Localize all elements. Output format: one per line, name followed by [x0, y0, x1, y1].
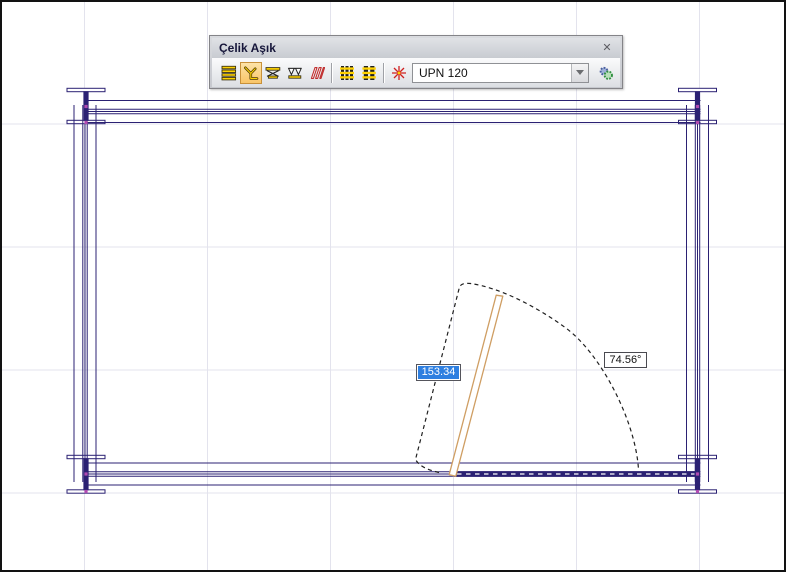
sparse-grid-icon	[361, 65, 377, 81]
length-input-value: 153.34	[418, 366, 459, 379]
stacked-bars-icon	[221, 65, 237, 81]
toolbar-separator	[383, 63, 385, 83]
steel-frame[interactable]	[67, 88, 717, 493]
close-icon[interactable]: ✕	[599, 40, 615, 56]
w-truss-icon	[287, 65, 303, 81]
snap-nodes	[84, 105, 699, 493]
hatch-purlin-button[interactable]	[306, 62, 328, 84]
app-window: 153.34 74.56° Çelik Aşık ✕	[0, 0, 786, 572]
steel-purlin-palette: Çelik Aşık ✕	[209, 35, 623, 89]
truss-icon	[265, 65, 281, 81]
gears-icon	[598, 65, 614, 81]
palette-toolbar: UPN 120	[212, 58, 620, 87]
combobox-drop-button[interactable]	[571, 64, 588, 82]
column-flange	[67, 455, 105, 458]
angle-readout: 74.56°	[604, 352, 647, 368]
column-flange	[679, 88, 717, 91]
red-hatch-icon	[309, 65, 325, 81]
single-purlin-button[interactable]	[240, 62, 262, 84]
chevron-down-icon	[576, 70, 584, 75]
purlin-preview[interactable]	[449, 295, 503, 476]
delete-purlin-button[interactable]	[388, 62, 410, 84]
purlin-array-button[interactable]	[218, 62, 240, 84]
settings-button[interactable]	[595, 62, 617, 84]
dense-grid-icon	[339, 65, 355, 81]
length-input[interactable]: 153.34	[416, 364, 461, 381]
truss-purlin-button[interactable]	[262, 62, 284, 84]
palette-title: Çelik Aşık	[212, 41, 276, 55]
grid-layout-b-button[interactable]	[358, 62, 380, 84]
red-asterisk-icon	[391, 65, 407, 81]
section-combobox[interactable]: UPN 120	[412, 63, 589, 83]
angled-purlin-icon	[243, 65, 259, 81]
section-combobox-value: UPN 120	[413, 64, 571, 82]
toolbar-separator	[331, 63, 333, 83]
palette-titlebar[interactable]: Çelik Aşık ✕	[212, 38, 620, 58]
column-flange	[67, 88, 105, 91]
w-truss-purlin-button[interactable]	[284, 62, 306, 84]
grid-layout-a-button[interactable]	[336, 62, 358, 84]
